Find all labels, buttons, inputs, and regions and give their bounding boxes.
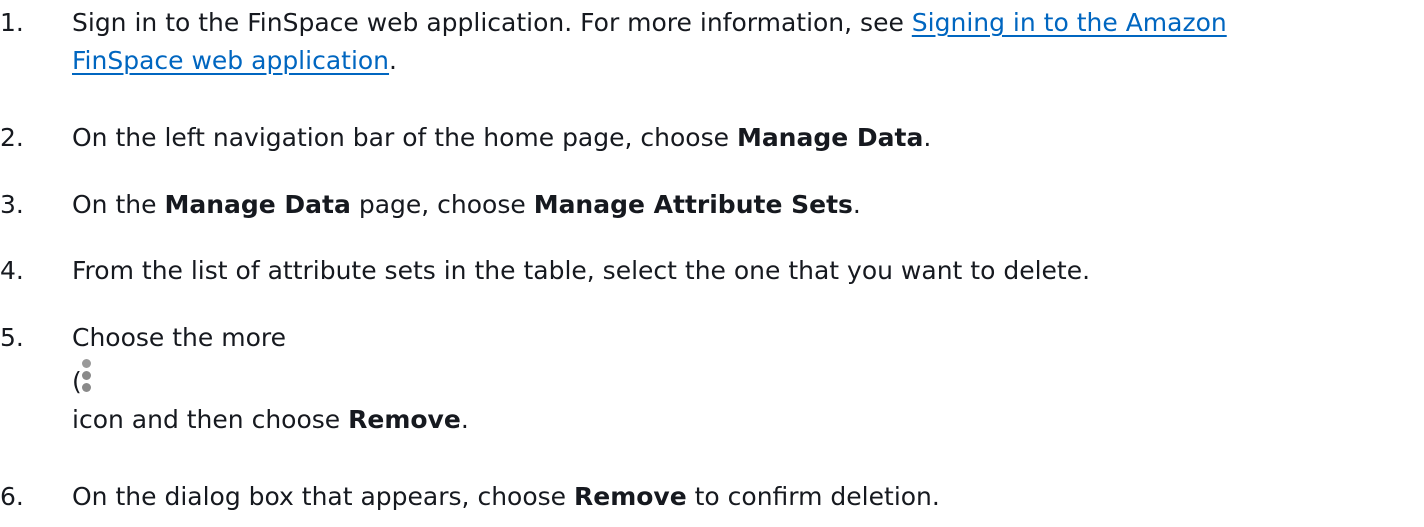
signin-guide-link[interactable]: Signing in to the Amazon <box>912 8 1227 37</box>
step-line: FinSpace web application. <box>72 42 1417 80</box>
step-number: 2. <box>0 123 24 152</box>
step-number: 3. <box>0 190 24 219</box>
step-body: On the dialog box that appears, choose R… <box>72 478 1417 516</box>
step-line: On the Manage Data page, choose Manage A… <box>72 186 1417 224</box>
ui-term: Manage Data <box>736 123 924 152</box>
ui-term: Remove <box>573 482 687 511</box>
step-body: On the Manage Data page, choose Manage A… <box>72 186 1417 224</box>
step-body: Choose the more ( icon and then choose R… <box>72 319 1417 439</box>
step-text: . <box>923 123 932 152</box>
ui-term: Manage Attribute Sets <box>533 190 853 219</box>
step-text: . <box>389 46 397 75</box>
step-number: 4. <box>0 256 24 285</box>
icon-line: ( <box>72 357 1417 401</box>
step-text: Sign in to the FinSpace web application.… <box>72 8 912 37</box>
step-body: From the list of attribute sets in the t… <box>72 252 1417 290</box>
step-text: From the list of attribute sets in the t… <box>72 256 1091 285</box>
step-text: to confirm deletion. <box>686 482 940 511</box>
step-text: On the dialog box that appears, choose <box>72 482 574 511</box>
ui-term: Remove <box>348 405 461 434</box>
step-text: page, choose <box>350 190 534 219</box>
step-text: . <box>852 190 861 219</box>
step-text: . <box>460 405 469 434</box>
step-number: 6. <box>0 482 24 511</box>
step-body: Sign in to the FinSpace web application.… <box>72 4 1417 80</box>
more-vertical-icon <box>80 357 94 397</box>
step-number: 5. <box>0 323 24 352</box>
step-text: icon and then choose <box>72 405 349 434</box>
step-line: icon and then choose Remove. <box>72 401 1417 439</box>
step-number: 1. <box>0 8 24 37</box>
step-line: Sign in to the FinSpace web application.… <box>72 4 1417 42</box>
step-text: On the <box>72 190 165 219</box>
signin-guide-link-continued[interactable]: FinSpace web application <box>72 46 389 75</box>
step-line: On the left navigation bar of the home p… <box>72 119 1417 157</box>
step-line: On the dialog box that appears, choose R… <box>72 478 1417 516</box>
step-body: On the left navigation bar of the home p… <box>72 119 1417 157</box>
step-text: Choose the more <box>72 323 286 352</box>
ui-term: Manage Data <box>164 190 351 219</box>
instruction-steps: 1. Sign in to the FinSpace web applicati… <box>0 0 1424 527</box>
step-text: On the left navigation bar of the home p… <box>72 123 737 152</box>
